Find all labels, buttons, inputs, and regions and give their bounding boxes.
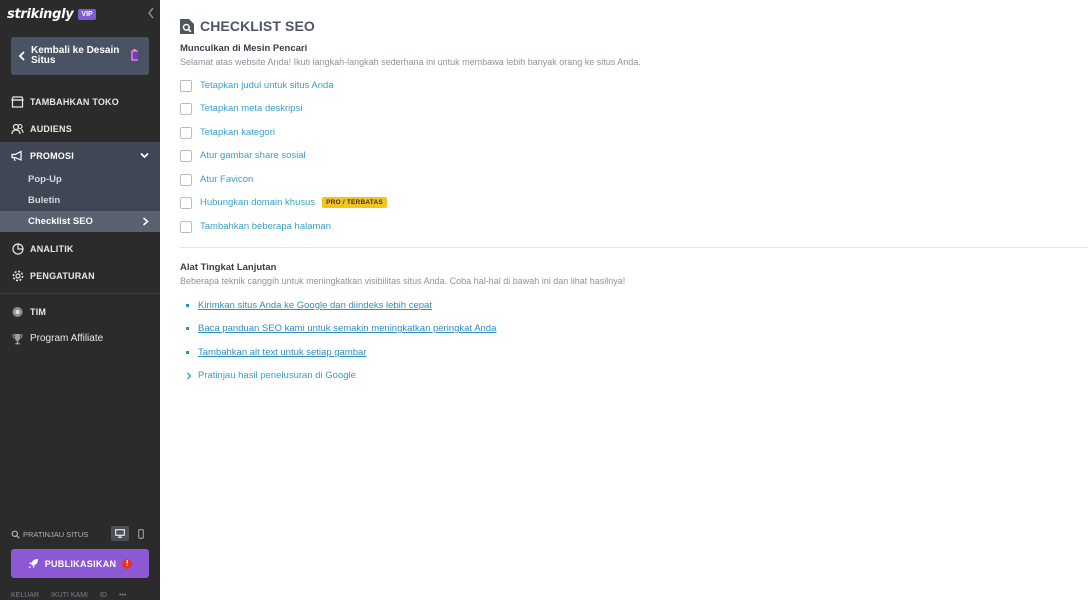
google-preview-label[interactable]: Pratinjau hasil penelusuran di Google <box>198 370 356 381</box>
advanced-link-item: Baca panduan SEO kami untuk semakin meni… <box>186 323 496 334</box>
section-search-engine-title: Munculkan di Mesin Pencari <box>180 43 308 54</box>
follow-us-link[interactable]: IKUTI KAMI <box>51 592 88 599</box>
sidebar: strikingly VIP Kembali ke Desain Situs T… <box>0 0 160 600</box>
checklist-item-category[interactable]: Tetapkan kategori <box>180 126 275 139</box>
mobile-icon <box>138 528 144 539</box>
gear-icon <box>11 269 24 282</box>
section-advanced-desc: Beberapa teknik canggih untuk meningkatk… <box>180 276 626 286</box>
checklist-label[interactable]: Atur gambar share sosial <box>200 150 306 161</box>
desktop-icon <box>115 529 125 538</box>
vip-badge: VIP <box>78 8 96 20</box>
team-icon <box>11 305 24 318</box>
sidebar-item-label: Program Affiliate <box>30 333 104 344</box>
sidebar-item-promotion[interactable]: PROMOSI <box>0 142 160 169</box>
sidebar-item-label: TAMBAHKAN TOKO <box>30 96 119 107</box>
sidebar-divider <box>0 293 160 294</box>
users-icon <box>11 122 24 135</box>
design-palette-icon <box>131 49 138 61</box>
checkbox[interactable] <box>180 196 192 209</box>
seo-guide-link[interactable]: Baca panduan SEO kami untuk semakin meni… <box>198 323 496 334</box>
checkbox[interactable] <box>180 102 192 115</box>
bullet <box>186 304 189 307</box>
pro-limited-badge: PRO / TERBATAS <box>322 197 387 208</box>
section-advanced-title: Alat Tingkat Lanjutan <box>180 262 277 273</box>
alert-icon: ! <box>122 558 133 569</box>
chart-pie-icon <box>11 242 24 255</box>
collapse-sidebar-icon[interactable] <box>147 7 157 21</box>
promotion-submenu: Pop-Up Buletin Checklist SEO <box>0 169 160 232</box>
sidebar-subitem-label: Checklist SEO <box>28 216 93 227</box>
section-divider <box>180 247 1088 248</box>
store-icon <box>11 95 24 108</box>
back-to-design-label: Kembali ke Desain Situs <box>31 45 120 66</box>
back-to-design-button[interactable]: Kembali ke Desain Situs <box>11 37 149 75</box>
chevron-left-icon <box>18 51 25 61</box>
rocket-icon <box>28 559 38 569</box>
checklist-item-custom-domain[interactable]: Hubungkan domain khusus PRO / TERBATAS <box>180 196 387 209</box>
sidebar-item-settings[interactable]: PENGATURAN <box>0 262 160 289</box>
sidebar-item-audience[interactable]: AUDIENS <box>0 115 160 142</box>
bullet <box>186 327 189 330</box>
sidebar-item-label: AUDIENS <box>30 123 72 134</box>
site-preview-label: PRATINJAU SITUS <box>23 529 89 539</box>
page-header: CHECKLIST SEO <box>180 18 315 34</box>
sidebar-subitem-newsletter[interactable]: Buletin <box>0 190 160 211</box>
alt-text-link[interactable]: Tambahkan alt text untuk setiap gambar <box>198 347 366 358</box>
sidebar-footer: KELUAR IKUTI KAMI ID ••• <box>11 592 126 599</box>
sidebar-subitem-seo-checklist[interactable]: Checklist SEO <box>0 211 160 232</box>
bullet <box>186 351 189 354</box>
language-link[interactable]: ID <box>100 592 107 599</box>
sidebar-item-label: ANALITIK <box>30 243 74 254</box>
brand: strikingly VIP <box>7 5 96 23</box>
seo-search-icon <box>180 19 194 34</box>
checklist-label[interactable]: Tetapkan kategori <box>200 127 275 138</box>
checklist-item-favicon[interactable]: Atur Favicon <box>180 173 253 186</box>
sidebar-item-store[interactable]: TAMBAHKAN TOKO <box>0 88 160 115</box>
checkbox[interactable] <box>180 79 192 92</box>
advanced-link-item: Kirimkan situs Anda ke Google dan diinde… <box>186 300 432 311</box>
chevron-right-icon <box>187 372 192 379</box>
publish-button[interactable]: PUBLIKASIKAN ! <box>11 549 149 578</box>
trophy-icon <box>11 332 24 345</box>
more-options-icon[interactable]: ••• <box>119 592 126 599</box>
logout-link[interactable]: KELUAR <box>11 592 39 599</box>
google-preview-toggle[interactable]: Pratinjau hasil penelusuran di Google <box>186 370 356 381</box>
checkbox[interactable] <box>180 173 192 186</box>
sidebar-item-analytics[interactable]: ANALITIK <box>0 235 160 262</box>
sidebar-item-label: PROMOSI <box>30 150 74 161</box>
checklist-label[interactable]: Hubungkan domain khusus <box>200 197 315 208</box>
app: strikingly VIP Kembali ke Desain Situs T… <box>0 0 1088 600</box>
advanced-link-item: Tambahkan alt text untuk setiap gambar <box>186 347 366 358</box>
checklist-item-add-pages[interactable]: Tambahkan beberapa halaman <box>180 220 331 233</box>
sidebar-item-label: PENGATURAN <box>30 270 95 281</box>
sidebar-nav: TAMBAHKAN TOKO AUDIENS PROMOSI Pop-Up Bu… <box>0 88 160 352</box>
checkbox[interactable] <box>180 126 192 139</box>
sidebar-subitem-popup[interactable]: Pop-Up <box>0 169 160 190</box>
submit-to-google-link[interactable]: Kirimkan situs Anda ke Google dan diinde… <box>198 300 432 311</box>
megaphone-icon <box>11 149 24 162</box>
checklist-label[interactable]: Atur Favicon <box>200 174 253 185</box>
sidebar-item-team[interactable]: TIM <box>0 298 160 325</box>
checklist-item-meta-description[interactable]: Tetapkan meta deskripsi <box>180 102 302 115</box>
checklist-label[interactable]: Tetapkan meta deskripsi <box>200 103 302 114</box>
checklist-label[interactable]: Tambahkan beberapa halaman <box>200 221 331 232</box>
brand-logo: strikingly <box>7 6 74 22</box>
page-title: CHECKLIST SEO <box>200 18 315 34</box>
checklist-label[interactable]: Tetapkan judul untuk situs Anda <box>200 80 334 91</box>
checkbox[interactable] <box>180 220 192 233</box>
checklist-item-site-title[interactable]: Tetapkan judul untuk situs Anda <box>180 79 334 92</box>
search-icon <box>11 530 20 539</box>
checklist-item-social-image[interactable]: Atur gambar share sosial <box>180 149 306 162</box>
site-preview-row: PRATINJAU SITUS <box>11 526 149 542</box>
checkbox[interactable] <box>180 149 192 162</box>
mobile-preview-button[interactable] <box>132 526 150 541</box>
publish-label: PUBLIKASIKAN <box>44 558 117 569</box>
section-search-engine-desc: Selamat atas website Anda! Ikuti langkah… <box>180 57 641 67</box>
chevron-right-icon <box>142 217 149 226</box>
desktop-preview-button[interactable] <box>111 526 129 541</box>
sidebar-item-affiliate[interactable]: Program Affiliate <box>0 325 160 352</box>
sidebar-item-label: TIM <box>30 306 47 317</box>
chevron-down-icon <box>140 152 149 159</box>
